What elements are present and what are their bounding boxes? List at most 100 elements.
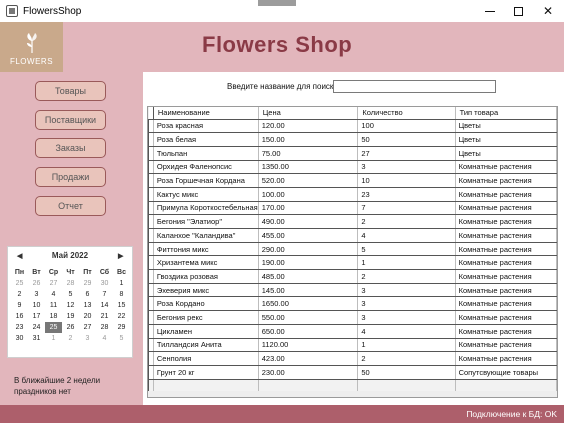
column-header-type[interactable]: Тип товара xyxy=(455,107,557,120)
calendar-day[interactable]: 4 xyxy=(45,289,62,300)
cell-type[interactable]: Комнатные растения xyxy=(455,201,557,216)
cell-price[interactable]: 145.00 xyxy=(258,283,359,298)
cell-price[interactable]: 490.00 xyxy=(258,214,359,229)
cell-type[interactable]: Комнатные растения xyxy=(455,324,557,339)
cell-price[interactable]: 423.00 xyxy=(258,351,359,366)
cell-price[interactable]: 170.00 xyxy=(258,201,359,216)
cell-name[interactable]: Фиттония микс xyxy=(153,242,259,257)
calendar-day[interactable]: 7 xyxy=(96,289,113,300)
cell-quantity[interactable]: 7 xyxy=(357,201,456,216)
cell-type[interactable]: Цветы xyxy=(455,146,557,161)
calendar-day[interactable]: 20 xyxy=(79,311,96,322)
cell-price[interactable]: 290.00 xyxy=(258,242,359,257)
cell-quantity[interactable]: 4 xyxy=(357,324,456,339)
calendar-day[interactable]: 27 xyxy=(45,278,62,289)
calendar-day[interactable]: 12 xyxy=(62,300,79,311)
nav-sales-button[interactable]: Продажи xyxy=(35,167,106,187)
cell-name[interactable]: Хризантема микс xyxy=(153,255,259,271)
calendar-day[interactable]: 18 xyxy=(45,311,62,322)
cell-price[interactable]: 75.00 xyxy=(258,146,359,161)
cell-price[interactable]: 550.00 xyxy=(258,310,359,325)
calendar-day[interactable]: 28 xyxy=(62,278,79,289)
calendar-day[interactable]: 28 xyxy=(96,322,113,333)
table-row[interactable]: Роза Горшечная Кордана 520.00 10 Комнатные … xyxy=(148,173,557,188)
cell-type[interactable]: Комнатные растения xyxy=(455,173,557,188)
cell-price[interactable]: 1650.00 xyxy=(258,296,359,312)
calendar-day[interactable]: 13 xyxy=(79,300,96,311)
calendar-day[interactable]: 10 xyxy=(28,300,45,311)
cell-name[interactable]: Орхидея Фаленопсис xyxy=(153,160,259,175)
cell-name[interactable]: Грунт 20 кг xyxy=(153,365,259,380)
table-row[interactable]: Цикламен 650.00 4 Комнатные растения xyxy=(148,324,557,339)
cell-quantity[interactable]: 23 xyxy=(357,187,456,202)
cell-type[interactable]: Комнатные растения xyxy=(455,296,557,312)
calendar-day[interactable]: 16 xyxy=(11,311,28,322)
calendar-day[interactable]: 1 xyxy=(113,278,130,289)
cell-quantity[interactable]: 2 xyxy=(357,351,456,366)
cell-type[interactable]: Комнатные растения xyxy=(455,351,557,366)
cell-name[interactable]: Роза красная xyxy=(153,119,259,134)
minimize-button[interactable] xyxy=(475,0,505,22)
column-header-name[interactable]: Наименование xyxy=(153,107,259,120)
calendar-day[interactable]: 3 xyxy=(28,289,45,300)
cell-price[interactable]: 650.00 xyxy=(258,324,359,339)
cell-type[interactable]: Сопутсвующие товары xyxy=(455,365,557,380)
cell-price[interactable]: 1350.00 xyxy=(258,160,359,175)
calendar-day[interactable]: 29 xyxy=(79,278,96,289)
cell-price[interactable]: 485.00 xyxy=(258,269,359,284)
table-row[interactable]: Бегония "Элатиор" 490.00 2 Комнатные растен… xyxy=(148,214,557,229)
table-row[interactable]: Фиттония микс 290.00 5 Комнатные растения xyxy=(148,242,557,257)
window-drag-handle[interactable] xyxy=(258,0,296,6)
cell-name[interactable]: Роза Горшечная Кордана xyxy=(153,173,259,188)
table-row[interactable]: Кактус микс 100.00 23 Комнатные растения xyxy=(148,187,557,202)
cell-name[interactable]: Примула Короткостебельная xyxy=(153,201,259,216)
calendar-day[interactable]: 9 xyxy=(11,300,28,311)
cell-type[interactable]: Цветы xyxy=(455,119,557,134)
cell-price[interactable]: 120.00 xyxy=(258,119,359,134)
calendar-day[interactable]: 11 xyxy=(45,300,62,311)
cell-type[interactable]: Комнатные растения xyxy=(455,242,557,257)
table-row[interactable]: Эхеверия микс 145.00 3 Комнатные растения xyxy=(148,283,557,298)
cell-name[interactable]: Гвоздика розовая xyxy=(153,269,259,284)
calendar-day[interactable]: 26 xyxy=(28,278,45,289)
empty-cell[interactable] xyxy=(153,379,259,392)
calendar-day[interactable]: 8 xyxy=(113,289,130,300)
cell-quantity[interactable]: 50 xyxy=(357,365,456,380)
next-month-icon[interactable]: ▶ xyxy=(118,252,123,260)
cell-type[interactable]: Комнатные растения xyxy=(455,255,557,271)
cell-type[interactable]: Комнатные растения xyxy=(455,283,557,298)
cell-price[interactable]: 150.00 xyxy=(258,132,359,147)
cell-price[interactable]: 190.00 xyxy=(258,255,359,271)
table-row[interactable]: Роза Кордано 1650.00 3 Комнатные растения xyxy=(148,296,557,312)
cell-quantity[interactable]: 3 xyxy=(357,310,456,325)
cell-quantity[interactable]: 2 xyxy=(357,269,456,284)
cell-quantity[interactable]: 4 xyxy=(357,228,456,243)
column-header-price[interactable]: Цена xyxy=(258,107,359,120)
table-row[interactable]: Роза красная 120.00 100 Цветы xyxy=(148,119,557,134)
cell-quantity[interactable]: 3 xyxy=(357,296,456,312)
table-row[interactable]: Гвоздика розовая 485.00 2 Комнатные растени… xyxy=(148,269,557,284)
cell-name[interactable]: Сенполия xyxy=(153,351,259,366)
empty-cell[interactable] xyxy=(455,379,557,392)
cell-name[interactable]: Тюльпан xyxy=(153,146,259,161)
calendar-day[interactable]: 27 xyxy=(79,322,96,333)
column-header-quantity[interactable]: Количество xyxy=(357,107,456,120)
table-row[interactable]: Тюльпан 75.00 27 Цветы xyxy=(148,146,557,161)
products-table[interactable]: Наименование Цена Количество Тип товара … xyxy=(147,106,558,398)
cell-name[interactable]: Бегония рекс xyxy=(153,310,259,325)
calendar-day[interactable]: 30 xyxy=(96,278,113,289)
calendar-day[interactable]: 30 xyxy=(11,333,28,344)
cell-quantity[interactable]: 2 xyxy=(357,214,456,229)
cell-type[interactable]: Комнатные растения xyxy=(455,310,557,325)
cell-name[interactable]: Бегония "Элатиор" xyxy=(153,214,259,229)
table-row[interactable]: Сенполия 423.00 2 Комнатные растения xyxy=(148,351,557,366)
cell-type[interactable]: Комнатные растения xyxy=(455,187,557,202)
cell-price[interactable]: 455.00 xyxy=(258,228,359,243)
cell-quantity[interactable]: 5 xyxy=(357,242,456,257)
nav-report-button[interactable]: Отчет xyxy=(35,196,106,216)
cell-price[interactable]: 520.00 xyxy=(258,173,359,188)
calendar-day[interactable]: 21 xyxy=(96,311,113,322)
cell-quantity[interactable]: 50 xyxy=(357,132,456,147)
cell-type[interactable]: Комнатные растения xyxy=(455,228,557,243)
calendar-day[interactable]: 29 xyxy=(113,322,130,333)
